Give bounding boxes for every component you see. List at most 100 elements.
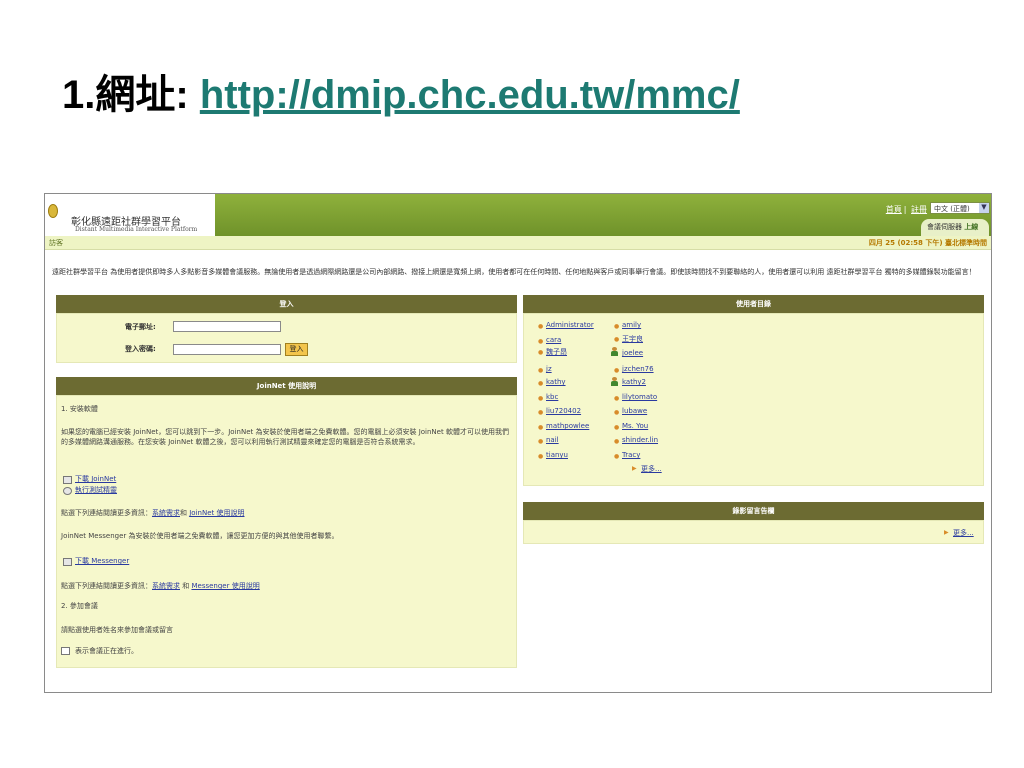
run-wizard-link[interactable]: 執行測試精靈: [75, 485, 117, 495]
users-panel-header: 使用者目錄: [523, 295, 984, 313]
bullet-icon: ●: [538, 380, 544, 387]
download-messenger-icon: [63, 558, 72, 566]
language-select[interactable]: 中文 (正體) ▼: [930, 202, 990, 214]
wizard-icon: [63, 487, 72, 495]
user-link[interactable]: liu720402: [546, 407, 581, 415]
system-requirements-link[interactable]: 系統需求: [152, 509, 180, 517]
user-link[interactable]: cara: [546, 336, 561, 344]
user-link[interactable]: Ms. You: [622, 422, 648, 430]
logo-subtitle: Distant Multimedia Interactive Platform: [75, 226, 198, 233]
user-link[interactable]: shinder.lin: [622, 436, 658, 444]
status-bar: 訪客 四月 25 (02:58 下午) 臺北標準時間: [45, 236, 991, 250]
recordings-more-link[interactable]: 更多...: [953, 528, 974, 538]
user-link[interactable]: nail: [546, 436, 559, 444]
user-link[interactable]: lilytomato: [622, 393, 657, 401]
step2-title: 2. 參加會議: [61, 602, 98, 610]
user-link[interactable]: jz: [546, 365, 552, 373]
step1-title: 1. 安裝軟體: [61, 405, 98, 413]
slide-label: 網址:: [95, 73, 189, 117]
seal-icon: [48, 204, 58, 218]
bullet-icon: ●: [538, 395, 544, 402]
bullet-icon: ●: [538, 338, 544, 345]
login-panel: 電子郵址: 登入密碼: 登入: [56, 313, 517, 363]
site-header: 彰化縣遠距社群學習平台 Distant Multimedia Interacti…: [45, 194, 991, 236]
browser-screenshot: 彰化縣遠距社群學習平台 Distant Multimedia Interacti…: [44, 193, 992, 693]
server-status: 上線: [964, 223, 979, 231]
user-link[interactable]: Tracy: [622, 451, 640, 459]
messenger-manual-link[interactable]: Messenger 使用說明: [191, 582, 259, 590]
login-button[interactable]: 登入: [285, 343, 308, 356]
user-link[interactable]: kbc: [546, 393, 558, 401]
slide-number: 1.: [62, 73, 96, 117]
recordings-panel-header: 錄影留言告欄: [523, 502, 984, 520]
user-link[interactable]: kathy: [546, 378, 566, 386]
password-label: 登入密碼:: [125, 345, 156, 353]
chevron-down-icon[interactable]: ▼: [979, 203, 989, 213]
user-link[interactable]: jzchen76: [622, 365, 654, 373]
user-link[interactable]: amily: [622, 321, 641, 329]
slide-title: 1.網址: http://dmip.chc.edu.tw/mmc/: [62, 62, 740, 120]
user-link[interactable]: 魏子昂: [546, 347, 567, 357]
site-logo[interactable]: 彰化縣遠距社群學習平台 Distant Multimedia Interacti…: [45, 194, 215, 236]
download-icon: [63, 476, 72, 484]
download-joinnet-link[interactable]: 下載 JoinNet: [75, 474, 116, 484]
download-messenger-link[interactable]: 下載 Messenger: [75, 556, 129, 566]
bullet-icon: ●: [614, 367, 620, 374]
messenger-description: JoinNet Messenger 為安裝於使用者端之免費軟體，讓您更加方便的與…: [61, 532, 339, 540]
user-link[interactable]: 王宇良: [622, 334, 643, 344]
user-link[interactable]: kathy2: [622, 378, 646, 386]
password-field[interactable]: [173, 344, 281, 355]
joinnet-panel: 1. 安裝軟體 如果您的電腦已經安裝 JoinNet，您可以跳到下一步。Join…: [56, 395, 517, 668]
system-requirements-link-2[interactable]: 系統需求: [152, 582, 180, 590]
more-info-prefix-2: 點選下列連結閱讀更多資訊：: [61, 582, 152, 590]
nav-register-link[interactable]: 註冊: [911, 205, 927, 214]
joinnet-manual-link[interactable]: JoinNet 使用說明: [189, 509, 244, 517]
bullet-icon: ●: [614, 453, 620, 460]
guest-label: 訪客: [49, 239, 63, 247]
user-link[interactable]: lubawe: [622, 407, 647, 415]
joinnet-panel-header: JoinNet 使用說明: [56, 377, 517, 395]
slide-url-link[interactable]: http://dmip.chc.edu.tw/mmc/: [200, 73, 740, 117]
bullet-icon: ●: [538, 349, 544, 356]
date-time: 四月 25 (02:58 下午) 臺北標準時間: [868, 239, 987, 247]
language-value: 中文 (正體): [934, 205, 970, 213]
bullet-icon: ●: [614, 409, 620, 416]
server-label: 會議伺服器: [927, 223, 962, 231]
more-info-line-1: 點選下列連結閱讀更多資訊：系統需求和 JoinNet 使用說明: [61, 508, 244, 518]
user-link[interactable]: mathpowlee: [546, 422, 589, 430]
user-link[interactable]: Administrator: [546, 321, 594, 329]
user-link[interactable]: joelee: [622, 349, 643, 357]
server-status-tab: 會議伺服器 上線: [921, 219, 989, 236]
bullet-icon: ●: [614, 336, 620, 343]
arrow-right-icon: ▶: [944, 529, 949, 536]
step2-description: 請點選使用者姓名來參加會議或留言: [61, 626, 173, 634]
bullet-icon: ●: [538, 424, 544, 431]
login-panel-header: 登入: [56, 295, 517, 313]
step1-description: 如果您的電腦已經安裝 JoinNet，您可以跳到下一步。JoinNet 為安裝於…: [61, 428, 509, 446]
recordings-panel: ▶ 更多...: [523, 520, 984, 544]
online-user-icon: [610, 377, 619, 386]
more-info-prefix: 點選下列連結閱讀更多資訊：: [61, 509, 152, 517]
and-text: 和: [180, 509, 187, 517]
online-user-icon: [610, 347, 619, 356]
meeting-in-progress-icon: [61, 647, 70, 655]
user-link[interactable]: tianyu: [546, 451, 568, 459]
bullet-icon: ●: [538, 453, 544, 460]
nav-home-link[interactable]: 首頁: [886, 205, 902, 214]
bullet-icon: ●: [538, 323, 544, 330]
email-field[interactable]: [173, 321, 281, 332]
user-directory: ● Administrator ● cara ● 魏子昂 ● jz ● kath…: [523, 313, 984, 486]
bullet-icon: ●: [614, 395, 620, 402]
intro-text: 遠距社群學習平台 為使用者提供即時多人多點影音多媒體會議服務。無論使用者是透過網…: [52, 268, 976, 276]
arrow-right-icon: ▶: [632, 465, 637, 472]
email-label: 電子郵址:: [125, 323, 156, 331]
bullet-icon: ●: [614, 438, 620, 445]
bullet-icon: ●: [614, 424, 620, 431]
bullet-icon: ●: [538, 409, 544, 416]
bullet-icon: ●: [538, 438, 544, 445]
bullet-icon: ●: [538, 367, 544, 374]
more-info-line-2: 點選下列連結閱讀更多資訊：系統需求 和 Messenger 使用說明: [61, 581, 260, 591]
and-text-2: 和: [182, 582, 190, 590]
users-more-link[interactable]: 更多...: [641, 464, 662, 474]
bullet-icon: ●: [614, 323, 620, 330]
